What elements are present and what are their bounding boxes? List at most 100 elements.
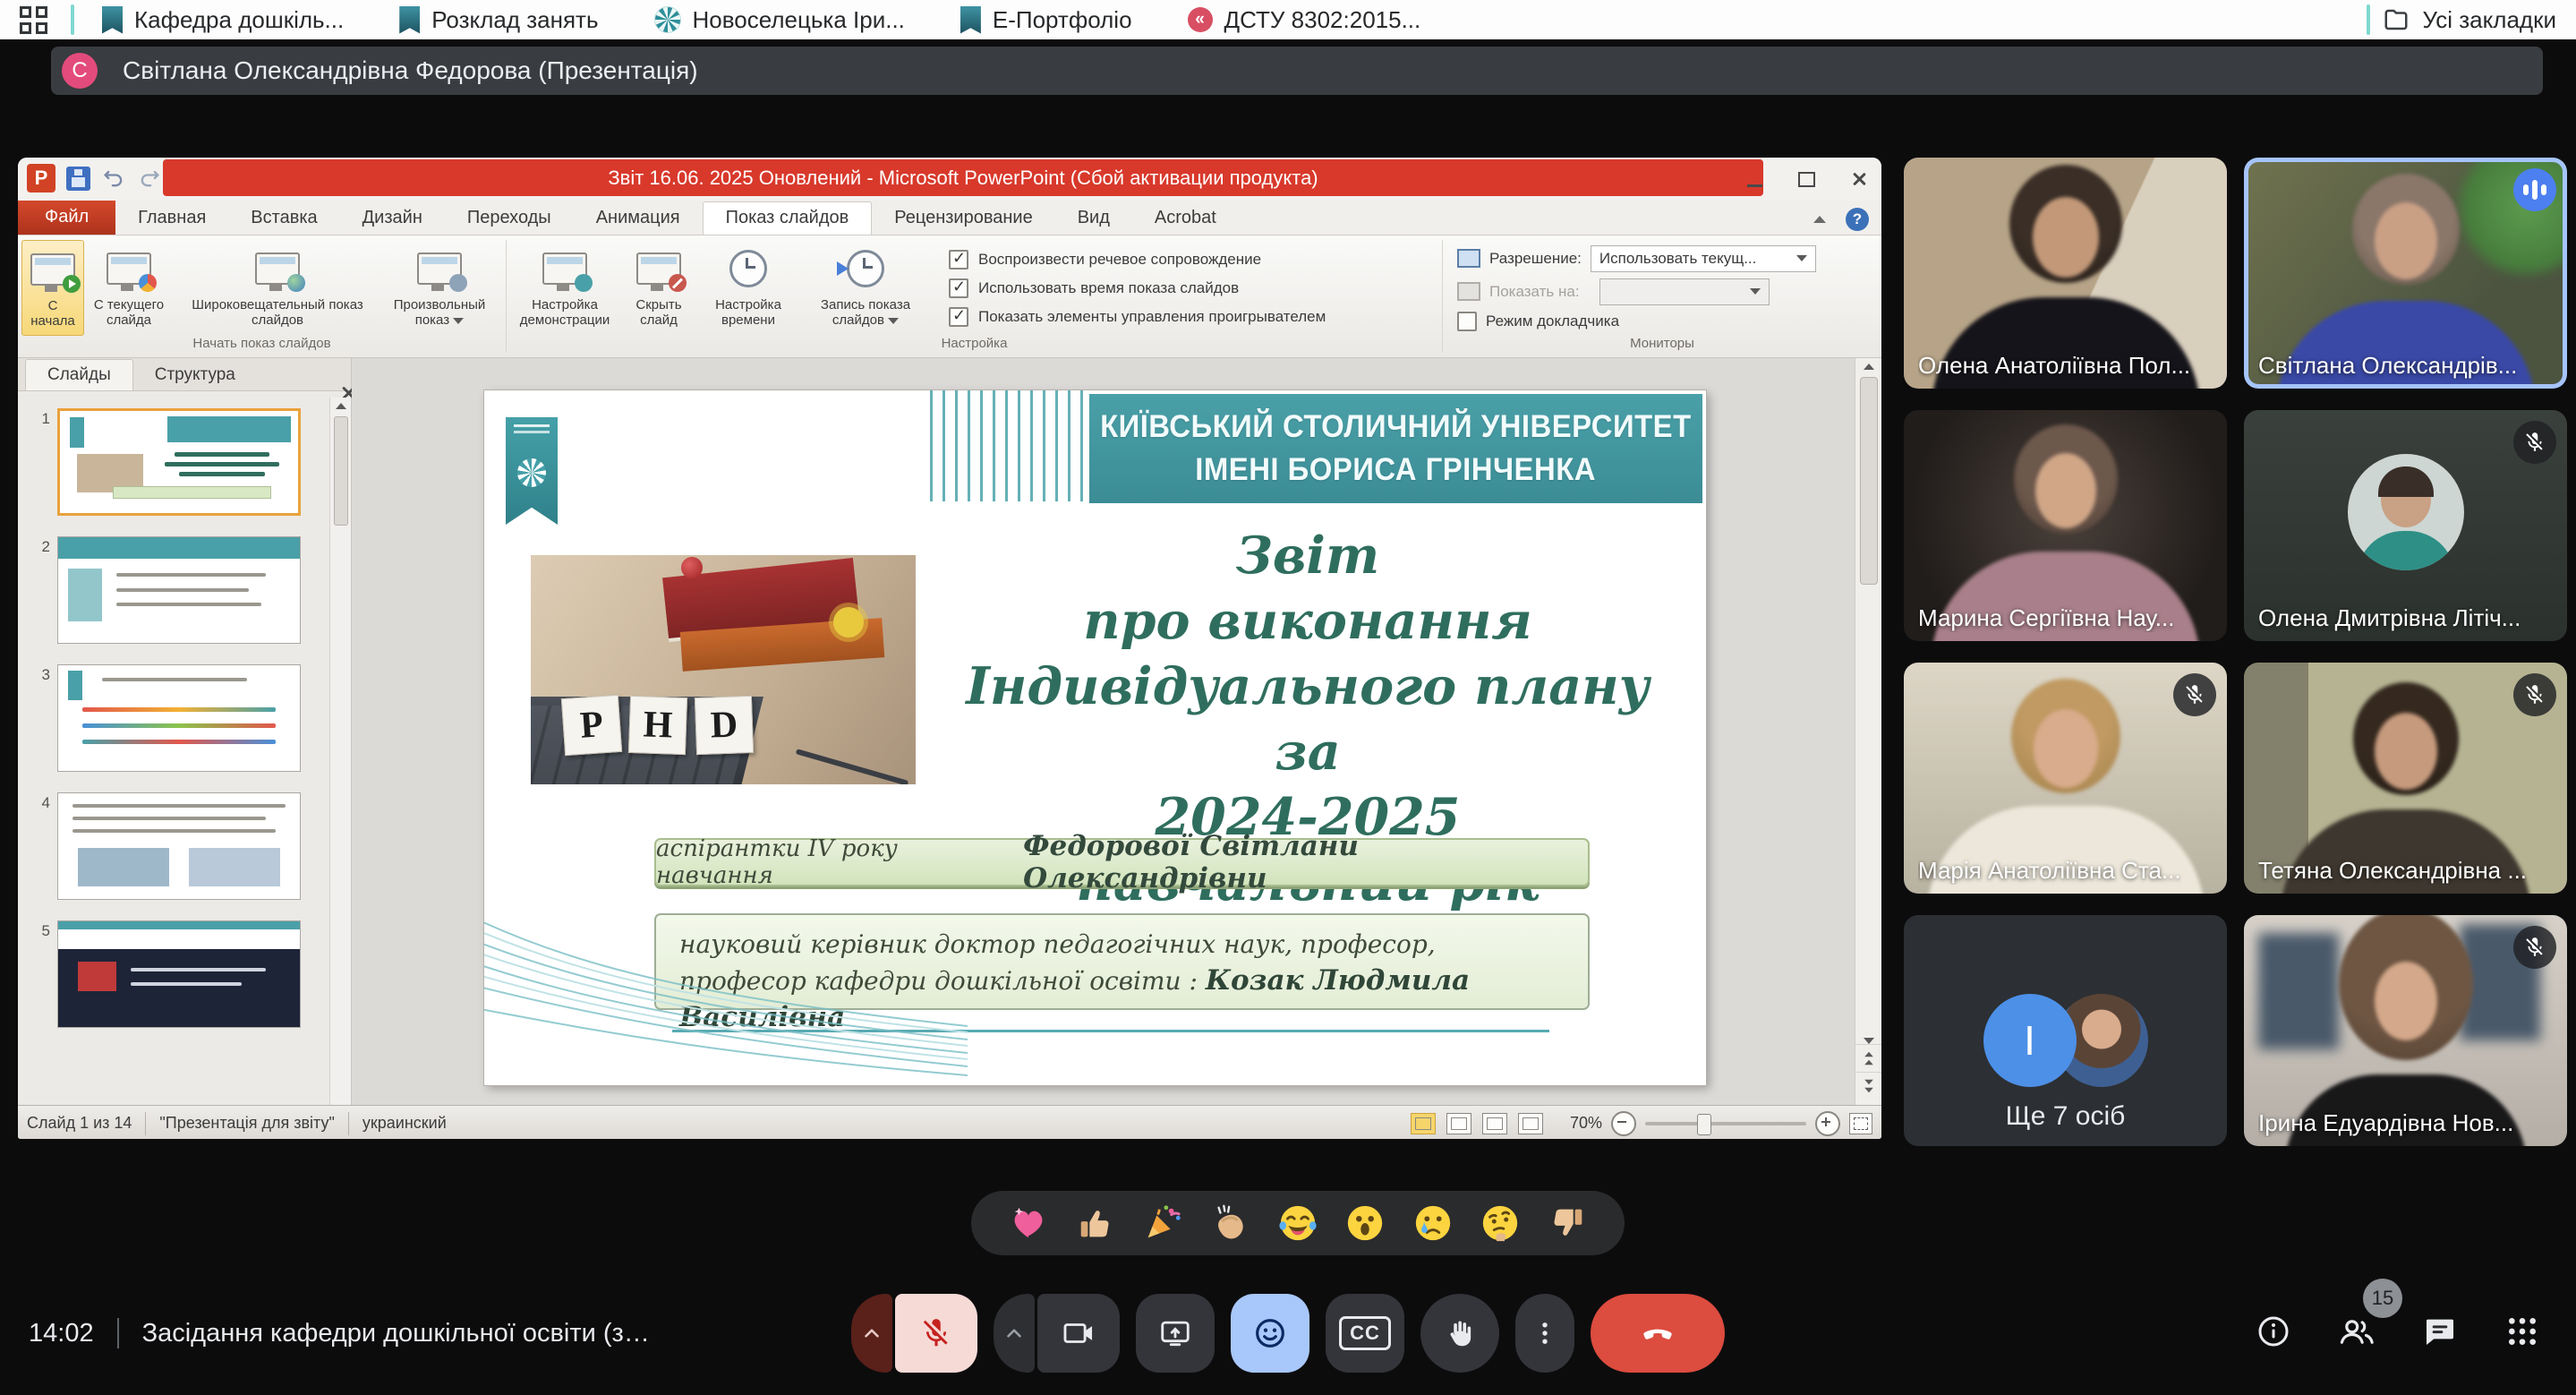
activities-button[interactable] bbox=[2504, 1314, 2540, 1354]
rehearse-timings-button[interactable]: Настройка времени bbox=[698, 240, 798, 336]
normal-view-button[interactable] bbox=[1411, 1113, 1436, 1134]
slideshow-view-button[interactable] bbox=[1518, 1113, 1543, 1134]
zoom-in-button[interactable] bbox=[1815, 1111, 1840, 1136]
camera-options-button[interactable] bbox=[994, 1294, 1035, 1373]
captions-button[interactable]: CC bbox=[1326, 1294, 1404, 1373]
slide-thumbnail-4[interactable] bbox=[57, 792, 301, 900]
slide-thumbnail-3[interactable] bbox=[57, 664, 301, 772]
scroll-down-icon[interactable] bbox=[1864, 1038, 1874, 1044]
more-participants-tile[interactable]: І Ще 7 осіб bbox=[1904, 915, 2227, 1146]
people-panel-button[interactable]: 15 bbox=[2338, 1313, 2376, 1355]
language-indicator[interactable]: украинский bbox=[363, 1114, 447, 1133]
custom-slideshow-button[interactable]: Произвольный показ bbox=[381, 240, 498, 336]
bookmark-kafedra[interactable]: Кафедра дошкіль... bbox=[102, 6, 344, 34]
hide-slide-button[interactable]: Скрыть слайд bbox=[619, 240, 698, 336]
help-icon[interactable]: ? bbox=[1846, 208, 1869, 231]
zoom-slider-thumb[interactable] bbox=[1697, 1114, 1711, 1135]
use-timings-checkbox[interactable]: Использовать время показа слайдов bbox=[949, 278, 1326, 298]
participant-tile[interactable]: Марина Сергіївна Нау... bbox=[1904, 410, 2227, 641]
tab-design[interactable]: Дизайн bbox=[340, 202, 445, 235]
tab-transitions[interactable]: Переходы bbox=[445, 202, 574, 235]
chat-panel-button[interactable] bbox=[2422, 1314, 2458, 1354]
reaction-sparkling-heart-button[interactable] bbox=[1007, 1202, 1050, 1245]
reaction-surprised-face-button[interactable] bbox=[1343, 1202, 1386, 1245]
minimize-icon[interactable] bbox=[1747, 184, 1762, 187]
reaction-thumbs-down-button[interactable] bbox=[1546, 1202, 1589, 1245]
participant-tile[interactable]: Ірина Едуардівна Нов... bbox=[2244, 915, 2567, 1146]
undo-icon[interactable] bbox=[101, 166, 126, 191]
powerpoint-icon[interactable]: P bbox=[27, 164, 55, 193]
from-beginning-button[interactable]: С начала bbox=[21, 240, 84, 336]
tab-file[interactable]: Файл bbox=[18, 201, 115, 235]
participant-tile[interactable]: Тетяна Олександрівна ... bbox=[2244, 663, 2567, 894]
raise-hand-button[interactable] bbox=[1420, 1294, 1499, 1373]
more-options-button[interactable] bbox=[1515, 1294, 1574, 1373]
mic-options-button[interactable] bbox=[851, 1294, 892, 1373]
participant-tile[interactable]: Олена Дмитрівна Літіч... bbox=[2244, 410, 2567, 641]
bookmark-dstu[interactable]: «ДСТУ 8302:2015... bbox=[1188, 6, 1421, 34]
checkbox-unchecked-icon[interactable] bbox=[1457, 312, 1477, 331]
scroll-thumb[interactable] bbox=[1860, 377, 1878, 585]
zoom-slider[interactable] bbox=[1645, 1122, 1806, 1125]
scroll-up-icon[interactable] bbox=[336, 403, 346, 409]
bookmark-eportfolio[interactable]: Е-Портфоліо bbox=[960, 6, 1132, 34]
minimize-ribbon-icon[interactable] bbox=[1813, 216, 1826, 223]
slides-tab[interactable]: Слайды bbox=[25, 359, 133, 390]
fit-to-window-button[interactable] bbox=[1849, 1113, 1872, 1134]
reaction-party-popper-button[interactable] bbox=[1141, 1202, 1184, 1245]
camera-toggle-button[interactable] bbox=[1037, 1294, 1120, 1373]
from-current-slide-button[interactable]: С текущего слайда bbox=[84, 240, 174, 336]
show-media-controls-checkbox[interactable]: Показать элементы управления проигрывате… bbox=[949, 307, 1326, 327]
reading-view-button[interactable] bbox=[1482, 1113, 1507, 1134]
tab-insert[interactable]: Вставка bbox=[228, 202, 339, 235]
main-scrollbar[interactable] bbox=[1855, 358, 1881, 1105]
end-call-button[interactable] bbox=[1591, 1294, 1725, 1373]
tab-view[interactable]: Вид bbox=[1055, 202, 1132, 235]
slide-counter[interactable]: Слайд 1 из 14 bbox=[27, 1114, 132, 1133]
participant-tile[interactable]: Олена Анатоліївна Пол... bbox=[1904, 158, 2227, 389]
slide-thumbnail-5[interactable] bbox=[57, 920, 301, 1028]
reaction-crying-face-button[interactable] bbox=[1412, 1202, 1454, 1245]
next-slide-button[interactable] bbox=[1855, 1072, 1881, 1100]
meeting-details-button[interactable] bbox=[2256, 1314, 2291, 1354]
participant-tile-active-speaker[interactable]: Світлана Олександрів... bbox=[2244, 158, 2567, 389]
slide-sorter-view-button[interactable] bbox=[1446, 1113, 1471, 1134]
participant-tile[interactable]: Марія Анатоліївна Ста... bbox=[1904, 663, 2227, 894]
setup-slideshow-button[interactable]: Настройка демонстрации bbox=[510, 240, 619, 336]
reaction-joy-face-button[interactable] bbox=[1276, 1202, 1319, 1245]
panel-scrollbar[interactable] bbox=[329, 398, 351, 1105]
all-bookmarks-button[interactable]: Усі закладки bbox=[2367, 4, 2556, 35]
scroll-up-icon[interactable] bbox=[1864, 364, 1874, 370]
previous-slide-button[interactable] bbox=[1855, 1044, 1881, 1072]
save-icon[interactable] bbox=[66, 167, 90, 191]
present-screen-button[interactable] bbox=[1136, 1294, 1215, 1373]
broadcast-slideshow-button[interactable]: Широковещательный показ слайдов bbox=[174, 240, 381, 336]
play-narrations-checkbox[interactable]: Воспроизвести речевое сопровождение bbox=[949, 250, 1326, 270]
slide-thumbnail-2[interactable] bbox=[57, 536, 301, 644]
tab-animations[interactable]: Анимация bbox=[574, 202, 703, 235]
tab-review[interactable]: Рецензирование bbox=[872, 202, 1054, 235]
apps-grid-icon[interactable] bbox=[20, 6, 47, 34]
reactions-toggle-button[interactable] bbox=[1231, 1294, 1309, 1373]
tab-acrobat[interactable]: Acrobat bbox=[1132, 202, 1239, 235]
tab-slideshow[interactable]: Показ слайдов bbox=[703, 201, 873, 235]
slide-thumbnail-1[interactable] bbox=[57, 408, 301, 516]
show-on-dropdown[interactable] bbox=[1599, 278, 1770, 305]
zoom-out-button[interactable] bbox=[1611, 1111, 1636, 1136]
reaction-thumbs-up-button[interactable] bbox=[1074, 1202, 1117, 1245]
scroll-thumb[interactable] bbox=[334, 416, 348, 526]
close-icon[interactable] bbox=[1851, 171, 1867, 187]
record-slideshow-button[interactable]: Запись показа слайдов bbox=[798, 240, 933, 336]
resolution-dropdown[interactable]: Использовать текущ... bbox=[1591, 245, 1816, 272]
maximize-icon[interactable] bbox=[1798, 172, 1815, 187]
mic-mute-button[interactable] bbox=[895, 1294, 977, 1373]
reaction-thinking-face-button[interactable] bbox=[1479, 1202, 1522, 1245]
participant-name: Олена Анатоліївна Пол... bbox=[1918, 352, 2190, 380]
tab-home[interactable]: Главная bbox=[115, 202, 228, 235]
theme-name[interactable]: "Презентація для звіту" bbox=[159, 1114, 334, 1133]
redo-icon[interactable] bbox=[137, 166, 162, 191]
reaction-clapping-hands-button[interactable] bbox=[1209, 1202, 1252, 1245]
bookmark-rozklad[interactable]: Розклад занять bbox=[399, 6, 598, 34]
outline-tab[interactable]: Структура bbox=[133, 360, 257, 390]
bookmark-novoseletska[interactable]: Новоселецька Іри... bbox=[654, 6, 905, 34]
